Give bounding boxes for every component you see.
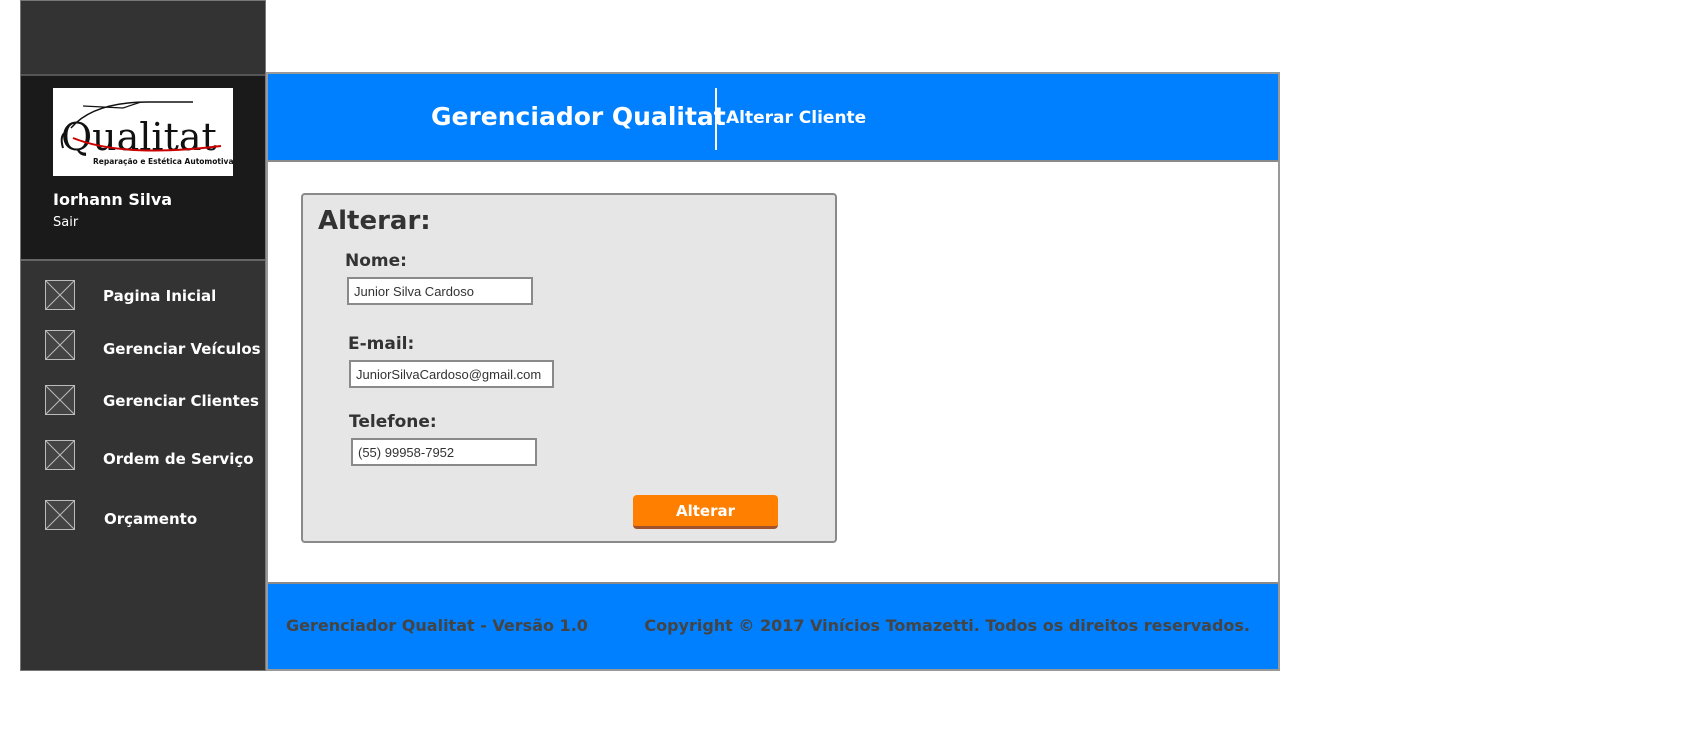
- header-divider: [715, 88, 717, 150]
- user-name: Iorhann Silva: [53, 190, 173, 209]
- sidebar-item-clients[interactable]: Gerenciar Clientes: [21, 382, 265, 422]
- logout-link[interactable]: Sair: [53, 215, 78, 230]
- email-input[interactable]: [349, 360, 554, 388]
- sidebar-item-budget[interactable]: Orçamento: [21, 497, 265, 537]
- name-input[interactable]: [347, 277, 533, 305]
- app-title: Gerenciador Qualitat: [431, 102, 726, 131]
- sidebar-item-label: Ordem de Serviço: [103, 450, 254, 468]
- main-content: Gerenciador Qualitat Alterar Cliente Alt…: [266, 72, 1280, 671]
- logo-wordmark: Qualitat: [61, 115, 217, 159]
- edit-client-form: Alterar: Nome: E-mail: Telefone: Alterar: [301, 193, 837, 543]
- sidebar-item-label: Orçamento: [104, 510, 198, 528]
- app-window: Qualitat Reparação e Estética Automotiva…: [0, 0, 1686, 742]
- sidebar-item-label: Gerenciar Clientes: [103, 392, 259, 410]
- footer-version: Gerenciador Qualitat - Versão 1.0: [286, 616, 588, 635]
- sidebar: Qualitat Reparação e Estética Automotiva…: [20, 0, 266, 671]
- image-placeholder-icon: [45, 280, 75, 310]
- page-subtitle: Alterar Cliente: [726, 108, 867, 128]
- sidebar-item-label: Gerenciar Veículos: [103, 340, 261, 358]
- image-placeholder-icon: [45, 440, 75, 470]
- name-label: Nome:: [345, 251, 407, 271]
- phone-input[interactable]: [351, 438, 537, 466]
- sidebar-item-vehicles[interactable]: Gerenciar Veículos: [21, 327, 265, 367]
- sidebar-item-label: Pagina Inicial: [103, 287, 217, 305]
- form-title: Alterar:: [318, 206, 431, 236]
- phone-label: Telefone:: [349, 412, 437, 432]
- company-logo: Qualitat Reparação e Estética Automotiva: [53, 88, 233, 176]
- logo-tagline: Reparação e Estética Automotiva: [93, 157, 233, 166]
- qualitat-logo-icon: Qualitat Reparação e Estética Automotiva: [60, 101, 233, 166]
- user-profile: Qualitat Reparação e Estética Automotiva…: [21, 76, 265, 261]
- page-footer: Gerenciador Qualitat - Versão 1.0 Copyri…: [268, 582, 1278, 669]
- sidebar-item-home[interactable]: Pagina Inicial: [21, 277, 265, 317]
- sidebar-top: [21, 1, 265, 76]
- email-label: E-mail:: [348, 334, 415, 354]
- page-header: Gerenciador Qualitat Alterar Cliente: [268, 74, 1278, 162]
- image-placeholder-icon: [45, 500, 75, 530]
- image-placeholder-icon: [45, 330, 75, 360]
- alterar-button[interactable]: Alterar: [633, 495, 778, 529]
- image-placeholder-icon: [45, 385, 75, 415]
- footer-copyright: Copyright © 2017 Vinícios Tomazetti. Tod…: [644, 616, 1250, 635]
- sidebar-item-service-order[interactable]: Ordem de Serviço: [21, 437, 265, 477]
